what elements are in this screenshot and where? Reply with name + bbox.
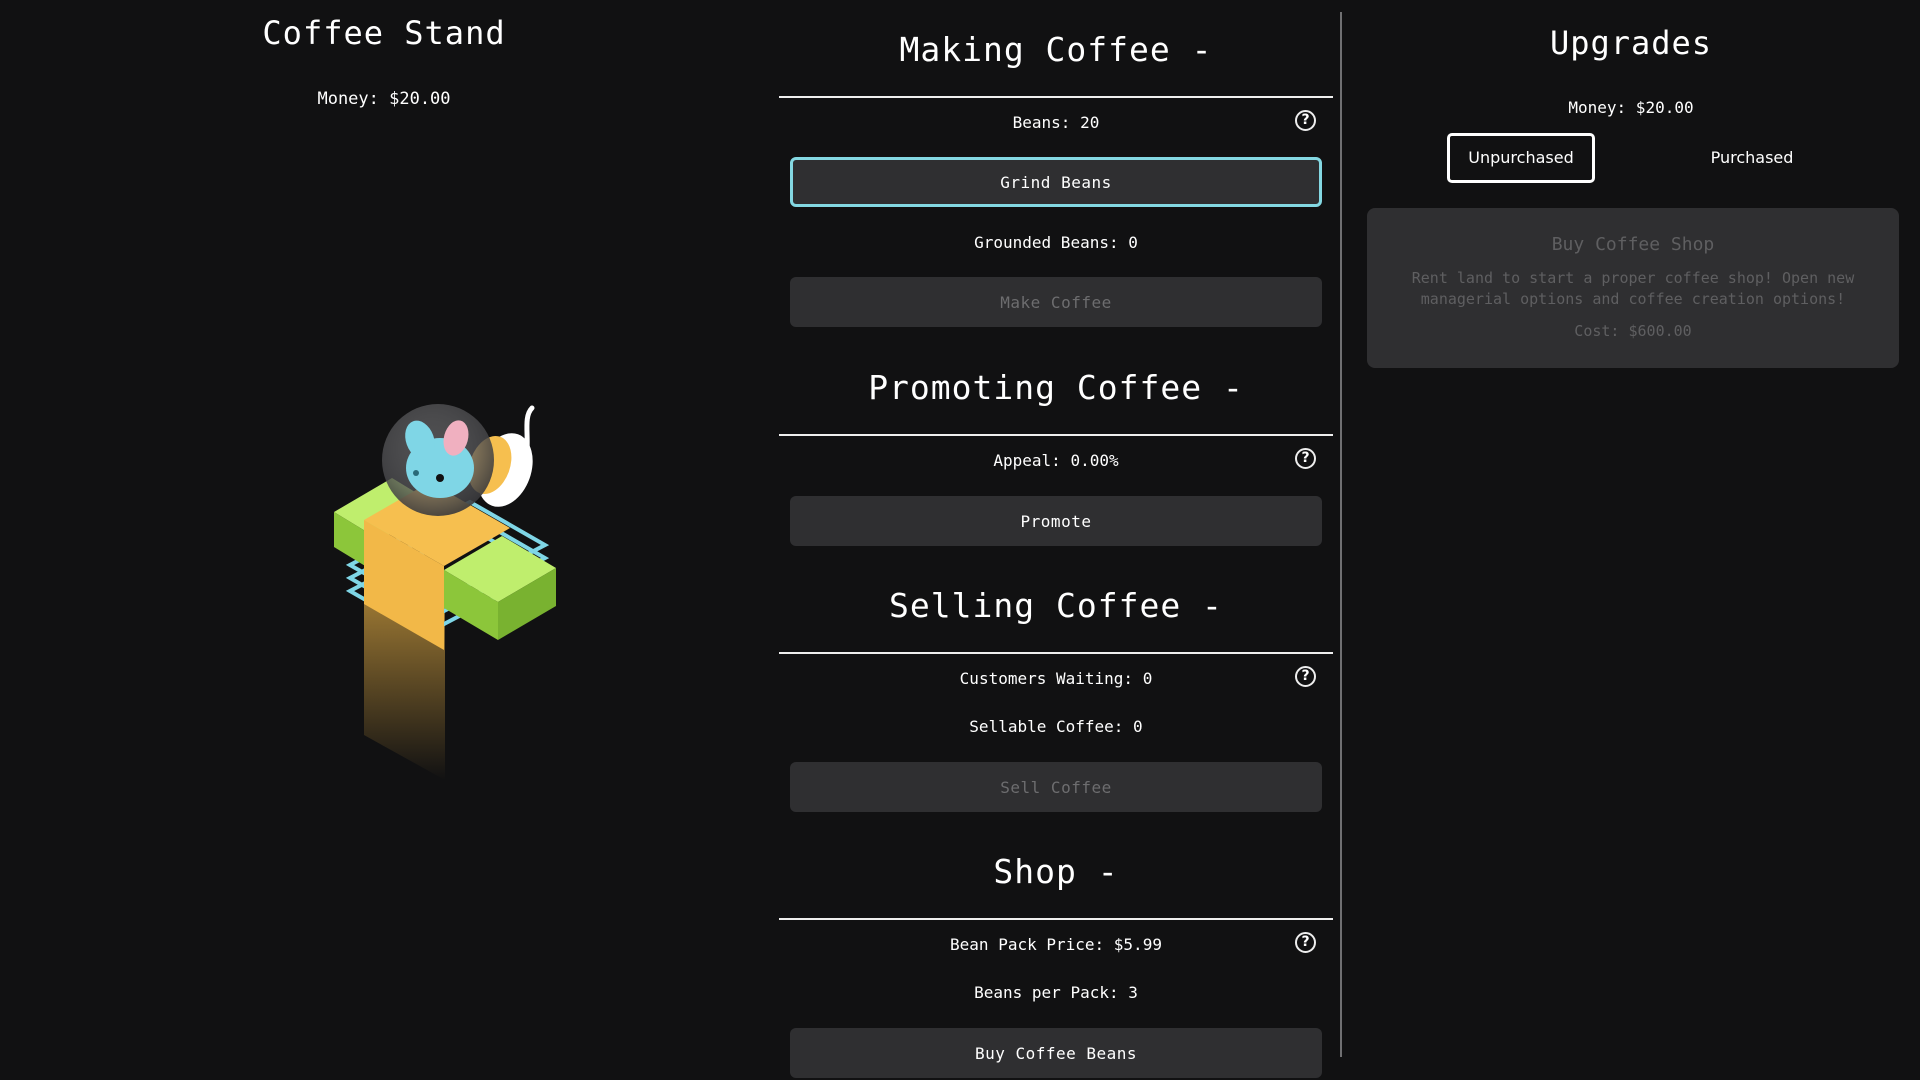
selling-help-icon[interactable]: ?	[1295, 666, 1316, 687]
coffee-stand-mouse-illustration	[334, 404, 556, 780]
upgrade-description: Rent land to start a proper coffee shop!…	[1411, 269, 1855, 308]
bean-pack-price: Bean Pack Price: $5.99	[950, 935, 1162, 954]
upgrade-title: Buy Coffee Shop	[1551, 234, 1715, 255]
promoting-coffee-header[interactable]: Promoting Coffee -	[779, 368, 1333, 436]
actions-panel: Making Coffee - Beans: 20 ? Grind Beans …	[768, 0, 1338, 1080]
buy-coffee-beans-button[interactable]: Buy Coffee Beans	[790, 1028, 1322, 1078]
beans-per-pack: Beans per Pack: 3	[974, 983, 1138, 1002]
stand-title: Coffee Stand	[262, 14, 506, 52]
grind-beans-button[interactable]: Grind Beans	[790, 157, 1322, 207]
making-help-icon[interactable]: ?	[1295, 110, 1316, 131]
beans-count: Beans: 20	[1012, 113, 1100, 132]
promote-button[interactable]: Promote	[790, 496, 1322, 546]
shop-title: Shop -	[993, 852, 1119, 891]
sellable-coffee: Sellable Coffee: 0	[969, 717, 1143, 736]
selling-coffee-title: Selling Coffee -	[889, 586, 1223, 625]
upgrade-cost: Cost: $600.00	[1574, 322, 1692, 340]
upgrades-title: Upgrades	[1549, 24, 1713, 62]
tab-unpurchased[interactable]: Unpurchased	[1447, 133, 1595, 183]
making-coffee-title: Making Coffee -	[899, 30, 1213, 69]
selling-coffee-header[interactable]: Selling Coffee -	[779, 586, 1333, 654]
buy-coffee-shop-upgrade-card[interactable]: Buy Coffee Shop Rent land to start a pro…	[1367, 208, 1899, 368]
customers-waiting: Customers Waiting: 0	[959, 669, 1153, 688]
sell-coffee-button[interactable]: Sell Coffee	[790, 762, 1322, 812]
promoting-coffee-title: Promoting Coffee -	[868, 368, 1244, 407]
upgrades-money: Money: $20.00	[1568, 98, 1694, 117]
shop-header[interactable]: Shop -	[779, 852, 1333, 920]
tab-purchased[interactable]: Purchased	[1678, 133, 1826, 183]
coffee-stand-panel: Coffee Stand Money: $20.00	[0, 0, 768, 1080]
upgrades-panel: Upgrades Money: $20.00 Unpurchased Purch…	[1342, 0, 1920, 1080]
making-coffee-header[interactable]: Making Coffee -	[779, 30, 1333, 98]
grounded-beans-count: Grounded Beans: 0	[974, 233, 1138, 252]
shop-help-icon[interactable]: ?	[1295, 932, 1316, 953]
appeal-value: Appeal: 0.00%	[993, 451, 1119, 470]
stand-money: Money: $20.00	[317, 89, 451, 109]
make-coffee-button[interactable]: Make Coffee	[790, 277, 1322, 327]
promoting-help-icon[interactable]: ?	[1295, 448, 1316, 469]
